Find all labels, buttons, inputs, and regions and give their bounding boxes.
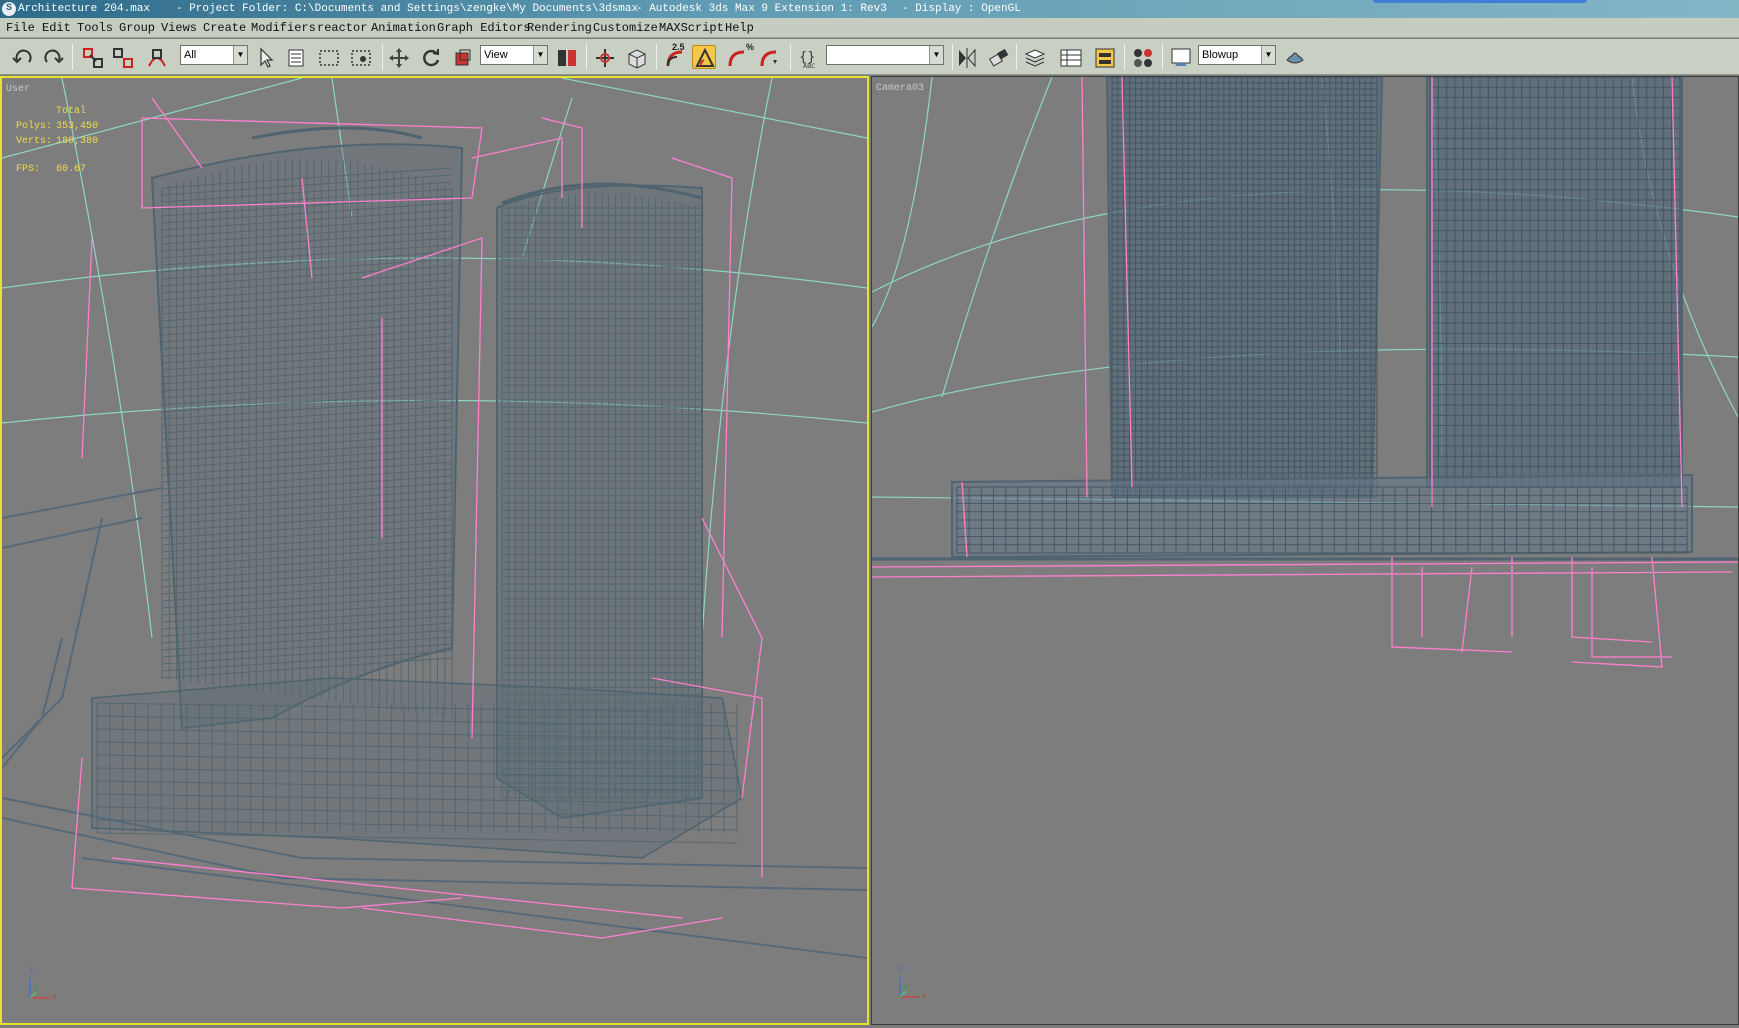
menu-rendering[interactable]: Rendering — [527, 21, 592, 35]
menu-group[interactable]: Group — [119, 21, 155, 35]
chevron-down-icon: ▼ — [929, 46, 943, 64]
title-file: Architecture 204.max — [18, 3, 151, 15]
manipulate-icon[interactable] — [592, 45, 616, 69]
title-project: - Project Folder: C:\Documents and Setti… — [176, 3, 639, 15]
camera-viewport-scene — [872, 77, 1738, 998]
stats-verts-value: 180,380 — [56, 136, 99, 147]
curve-editor-icon[interactable] — [1058, 45, 1082, 69]
stats-verts-label: Verts: — [16, 136, 53, 147]
menu-edit[interactable]: Edit — [42, 21, 71, 35]
stats-fps-label: FPS: — [16, 164, 41, 175]
stats-polys-value: 353,450 — [56, 121, 99, 132]
select-by-name-icon[interactable] — [284, 45, 308, 69]
rect-region-icon[interactable] — [316, 45, 340, 69]
menu-bar: File Edit Tools Group Views Create Modif… — [0, 18, 1739, 38]
chevron-down-icon: ▼ — [233, 46, 247, 64]
viewport-camera-label[interactable]: Camera03 — [876, 83, 924, 94]
chevron-down-icon: ▼ — [533, 46, 547, 64]
keyboard-shortcut-icon[interactable] — [624, 45, 648, 69]
render-scene-icon[interactable] — [1168, 45, 1192, 69]
axis-tripod — [29, 978, 50, 999]
render-preset-dropdown[interactable]: Blowup ▼ — [1198, 45, 1276, 65]
viewport-user[interactable]: User Total Polys: 353,450 Verts: 180,380… — [0, 76, 869, 1025]
stats-polys-label: Polys: — [16, 121, 53, 132]
axis-z-label: z — [29, 966, 34, 975]
schematic-view-icon[interactable] — [1092, 45, 1116, 69]
window-crossing-icon[interactable] — [348, 45, 372, 69]
title-bar: S Architecture 204.max - Project Folder:… — [0, 0, 1739, 18]
quick-render-icon[interactable] — [1282, 45, 1306, 69]
align-icon[interactable] — [986, 45, 1010, 69]
viewport-user-label[interactable]: User — [6, 84, 30, 95]
title-product: - Autodesk 3ds Max 9 Extension 1: Rev3 — [636, 3, 887, 15]
angle-snap-icon[interactable] — [692, 45, 716, 69]
reference-coord-value: View — [484, 49, 508, 61]
window-controls[interactable] — [1373, 0, 1587, 3]
undo-icon[interactable] — [10, 45, 34, 69]
percent-snap-icon[interactable] — [724, 45, 748, 69]
render-preset-value: Blowup — [1202, 49, 1239, 61]
viewport-camera03[interactable]: Camera03 z y x — [871, 76, 1739, 1025]
selection-filter-dropdown[interactable]: All ▼ — [180, 45, 248, 65]
menu-modifiers[interactable]: Modifiers — [251, 21, 316, 35]
3dsmax-window: S Architecture 204.max - Project Folder:… — [0, 0, 1739, 1028]
svg-text:ABC: ABC — [803, 63, 815, 70]
move-icon[interactable] — [386, 45, 410, 69]
reference-coord-dropdown[interactable]: View ▼ — [480, 45, 548, 65]
title-display: - Display : OpenGL — [902, 3, 1021, 15]
named-selection-dropdown[interactable]: ▼ — [826, 45, 944, 65]
pivot-center-icon[interactable] — [554, 45, 578, 69]
main-toolbar: All ▼ View ▼ 2.5 % {} ABC ▼ Blowup ▼ — [0, 39, 1739, 75]
menu-file[interactable]: File — [6, 21, 35, 35]
rotate-icon[interactable] — [418, 45, 442, 69]
unlink-icon[interactable] — [110, 45, 134, 69]
material-editor-icon[interactable] — [1130, 45, 1154, 69]
app-logo-icon[interactable]: S — [2, 2, 16, 16]
menu-create[interactable]: Create — [203, 21, 246, 35]
menu-animation[interactable]: Animation — [371, 21, 436, 35]
menu-views[interactable]: Views — [161, 21, 197, 35]
layer-manager-icon[interactable] — [1022, 45, 1046, 69]
mirror-icon[interactable] — [954, 45, 978, 69]
user-viewport-scene — [2, 78, 867, 999]
select-object-icon[interactable] — [254, 45, 278, 69]
menu-graph-editors[interactable]: Graph Editors — [437, 21, 531, 35]
menu-maxscript[interactable]: MAXScript — [659, 21, 724, 35]
selection-filter-value: All — [184, 49, 197, 61]
snaps-toggle-icon[interactable] — [662, 45, 686, 69]
axis-x-label: x — [52, 993, 57, 1002]
stats-total-header: Total — [56, 106, 87, 117]
camera-axis-z-label: z — [899, 965, 904, 974]
spinner-snap-icon[interactable] — [756, 45, 780, 69]
menu-customize[interactable]: Customize — [593, 21, 658, 35]
menu-reactor[interactable]: reactor — [317, 21, 367, 35]
camera-axis-y-label: y — [904, 982, 909, 991]
camera-axis-tripod — [899, 977, 920, 998]
redo-icon[interactable] — [40, 45, 64, 69]
menu-tools[interactable]: Tools — [77, 21, 113, 35]
chevron-down-icon: ▼ — [1261, 46, 1275, 64]
scale-icon[interactable] — [450, 45, 474, 69]
edit-named-sets-icon[interactable]: {} ABC — [796, 45, 820, 70]
camera-axis-x-label: x — [922, 992, 927, 1001]
axis-y-label: y — [34, 983, 39, 992]
select-link-icon[interactable] — [80, 45, 104, 69]
menu-help[interactable]: Help — [725, 21, 754, 35]
stats-fps-value: 60.67 — [56, 164, 87, 175]
bind-spacewarp-icon[interactable] — [144, 45, 168, 69]
